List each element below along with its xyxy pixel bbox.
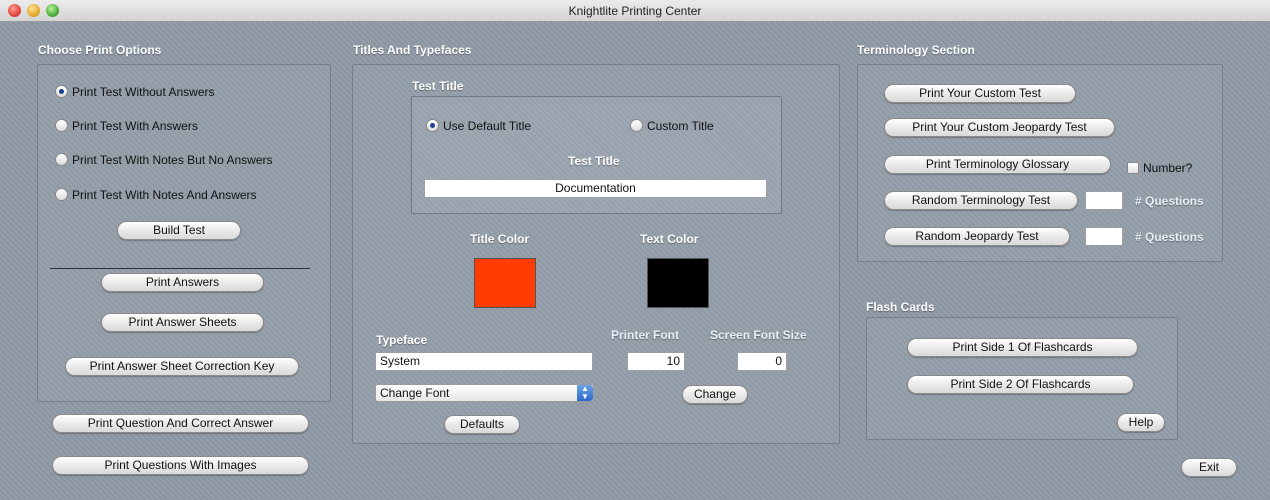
questions-label: # Questions bbox=[1135, 230, 1204, 244]
title-color-swatch[interactable] bbox=[474, 258, 536, 308]
print-answers-button[interactable]: Print Answers bbox=[101, 273, 264, 292]
radio-print-notes-and-answers[interactable]: Print Test With Notes And Answers bbox=[55, 187, 257, 203]
random-term-questions-input[interactable] bbox=[1085, 191, 1123, 210]
help-button[interactable]: Help bbox=[1117, 413, 1165, 432]
change-font-select[interactable]: Change Font ▲ ▼ bbox=[375, 384, 594, 402]
titles-typefaces-heading: Titles And Typefaces bbox=[353, 43, 472, 57]
build-test-button[interactable]: Build Test bbox=[117, 221, 241, 240]
defaults-button[interactable]: Defaults bbox=[444, 415, 520, 434]
random-jeopardy-test-button[interactable]: Random Jeopardy Test bbox=[884, 227, 1070, 246]
terminology-heading: Terminology Section bbox=[857, 43, 975, 57]
radio-icon bbox=[55, 153, 68, 166]
print-glossary-button[interactable]: Print Terminology Glossary bbox=[884, 155, 1111, 174]
checkbox-icon bbox=[1127, 162, 1139, 174]
separator bbox=[50, 268, 310, 269]
screen-font-size-input[interactable]: 0 bbox=[737, 352, 787, 371]
radio-print-without-answers[interactable]: Print Test Without Answers bbox=[55, 84, 215, 100]
print-answer-sheets-button[interactable]: Print Answer Sheets bbox=[101, 313, 264, 332]
radio-selected-icon bbox=[55, 85, 68, 98]
radio-icon bbox=[630, 119, 643, 132]
test-title-input[interactable]: Documentation bbox=[424, 179, 767, 198]
test-title-group-heading: Test Title bbox=[412, 79, 464, 93]
printer-font-input[interactable]: 10 bbox=[627, 352, 685, 371]
print-custom-jeopardy-button[interactable]: Print Your Custom Jeopardy Test bbox=[884, 118, 1115, 137]
select-arrows-icon: ▲ ▼ bbox=[577, 385, 593, 401]
random-terminology-test-button[interactable]: Random Terminology Test bbox=[884, 191, 1078, 210]
radio-print-notes-no-answers[interactable]: Print Test With Notes But No Answers bbox=[55, 152, 273, 168]
number-checkbox[interactable]: Number? bbox=[1127, 161, 1192, 175]
questions-label: # Questions bbox=[1135, 194, 1204, 208]
print-options-heading: Choose Print Options bbox=[38, 43, 162, 57]
minimize-window-button[interactable] bbox=[27, 4, 40, 17]
title-color-label: Title Color bbox=[470, 232, 530, 246]
print-questions-images-button[interactable]: Print Questions With Images bbox=[52, 456, 309, 475]
test-title-label: Test Title bbox=[568, 154, 620, 168]
radio-icon bbox=[55, 119, 68, 132]
print-side1-button[interactable]: Print Side 1 Of Flashcards bbox=[907, 338, 1138, 357]
random-jeopardy-questions-input[interactable] bbox=[1085, 227, 1123, 246]
radio-print-with-answers[interactable]: Print Test With Answers bbox=[55, 118, 198, 134]
radio-selected-icon bbox=[426, 119, 439, 132]
zoom-window-button[interactable] bbox=[46, 4, 59, 17]
text-color-swatch[interactable] bbox=[647, 258, 709, 308]
print-custom-test-button[interactable]: Print Your Custom Test bbox=[884, 84, 1076, 103]
radio-icon bbox=[55, 188, 68, 201]
screen-font-size-label: Screen Font Size bbox=[710, 328, 807, 342]
typeface-label: Typeface bbox=[376, 333, 428, 347]
printer-font-label: Printer Font bbox=[611, 328, 679, 342]
print-answer-sheet-key-button[interactable]: Print Answer Sheet Correction Key bbox=[65, 357, 299, 376]
change-button[interactable]: Change bbox=[682, 385, 748, 404]
text-color-label: Text Color bbox=[640, 232, 699, 246]
print-side2-button[interactable]: Print Side 2 Of Flashcards bbox=[907, 375, 1134, 394]
exit-button[interactable]: Exit bbox=[1181, 458, 1237, 477]
radio-custom-title[interactable]: Custom Title bbox=[630, 118, 714, 134]
print-question-answer-button[interactable]: Print Question And Correct Answer bbox=[52, 414, 309, 433]
typeface-input[interactable]: System bbox=[375, 352, 593, 371]
window-title: Knightlite Printing Center bbox=[568, 4, 702, 18]
radio-use-default-title[interactable]: Use Default Title bbox=[426, 118, 531, 134]
app-window: Knightlite Printing Center Choose Print … bbox=[0, 0, 1270, 500]
flash-cards-heading: Flash Cards bbox=[866, 300, 935, 314]
close-window-button[interactable] bbox=[8, 4, 21, 17]
title-bar: Knightlite Printing Center bbox=[0, 0, 1270, 22]
